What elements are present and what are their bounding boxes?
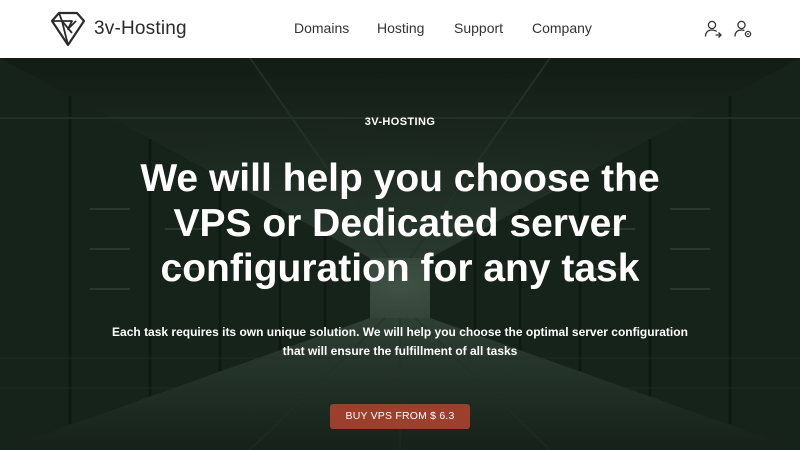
- nav-hosting[interactable]: Hosting: [377, 20, 424, 36]
- hero-subtext: Each task requires its own unique soluti…: [112, 325, 688, 358]
- nav-company[interactable]: Company: [532, 20, 592, 36]
- nav-support[interactable]: Support: [454, 20, 503, 36]
- main-nav: Domains Hosting Support Company: [0, 0, 800, 58]
- site-header: 3v-Hosting Domains Hosting Support Compa…: [0, 0, 800, 58]
- user-settings-icon[interactable]: [733, 19, 753, 39]
- hero-headline: We will help you choose the VPS or Dedic…: [140, 157, 660, 290]
- nav-domains[interactable]: Domains: [294, 20, 349, 36]
- user-add-icon[interactable]: [703, 19, 723, 39]
- hero-eyebrow: 3V-HOSTING: [364, 116, 436, 128]
- buy-vps-button[interactable]: BUY VPS FROM $ 6.3: [330, 404, 470, 429]
- hero-section: 3V-HOSTING We will help you choose the V…: [0, 58, 800, 450]
